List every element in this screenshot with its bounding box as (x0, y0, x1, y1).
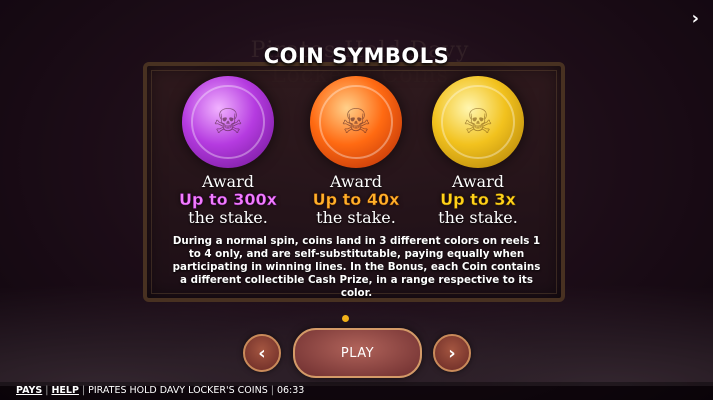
help-link[interactable]: HELP (51, 385, 78, 396)
purple-coin-icon: ☠ (182, 76, 274, 168)
chevron-right-icon: › (448, 342, 456, 364)
coin-award-label: Award (202, 172, 254, 191)
coin-amount: Up to 40x (312, 190, 400, 209)
gold-coin-icon: ☠ (432, 76, 524, 168)
game-name: PIRATES HOLD DAVY LOCKER'S COINS (88, 385, 268, 396)
skull-icon: ☠ (212, 102, 244, 142)
coin-stake-label: the stake. (438, 208, 518, 227)
coin-orange: ☠ Award Up to 40x the stake. (296, 76, 416, 227)
page-title: COIN SYMBOLS (263, 44, 450, 68)
coin-stake-label: the stake. (188, 208, 268, 227)
next-page-button[interactable]: › (433, 334, 471, 372)
coin-amount: Up to 3x (440, 190, 516, 209)
coin-gold: ☠ Award Up to 3x the stake. (418, 76, 538, 227)
page-indicator-dot[interactable] (342, 315, 349, 322)
orange-coin-icon: ☠ (310, 76, 402, 168)
coin-award-label: Award (452, 172, 504, 191)
skull-icon: ☠ (340, 102, 372, 142)
footer-separator: | (270, 385, 274, 396)
skull-icon: ☠ (462, 102, 494, 142)
prev-page-button[interactable]: ‹ (243, 334, 281, 372)
coin-amount: Up to 300x (179, 190, 277, 209)
chevron-left-icon: ‹ (258, 342, 266, 364)
coin-purple: ☠ Award Up to 300x the stake. (168, 76, 288, 227)
clock-time: 06:33 (276, 385, 305, 396)
pays-link[interactable]: PAYS (16, 385, 42, 396)
coin-description: During a normal spin, coins land in 3 di… (172, 235, 541, 299)
footer-separator: | (45, 385, 49, 396)
top-next-arrow-icon[interactable]: › (692, 8, 699, 29)
coin-stake-label: the stake. (316, 208, 396, 227)
footer-bar: PAYS | HELP | PIRATES HOLD DAVY LOCKER'S COI… (0, 382, 713, 400)
coin-award-label: Award (330, 172, 382, 191)
footer-separator: | (81, 385, 86, 396)
play-button[interactable]: PLAY (293, 328, 422, 378)
